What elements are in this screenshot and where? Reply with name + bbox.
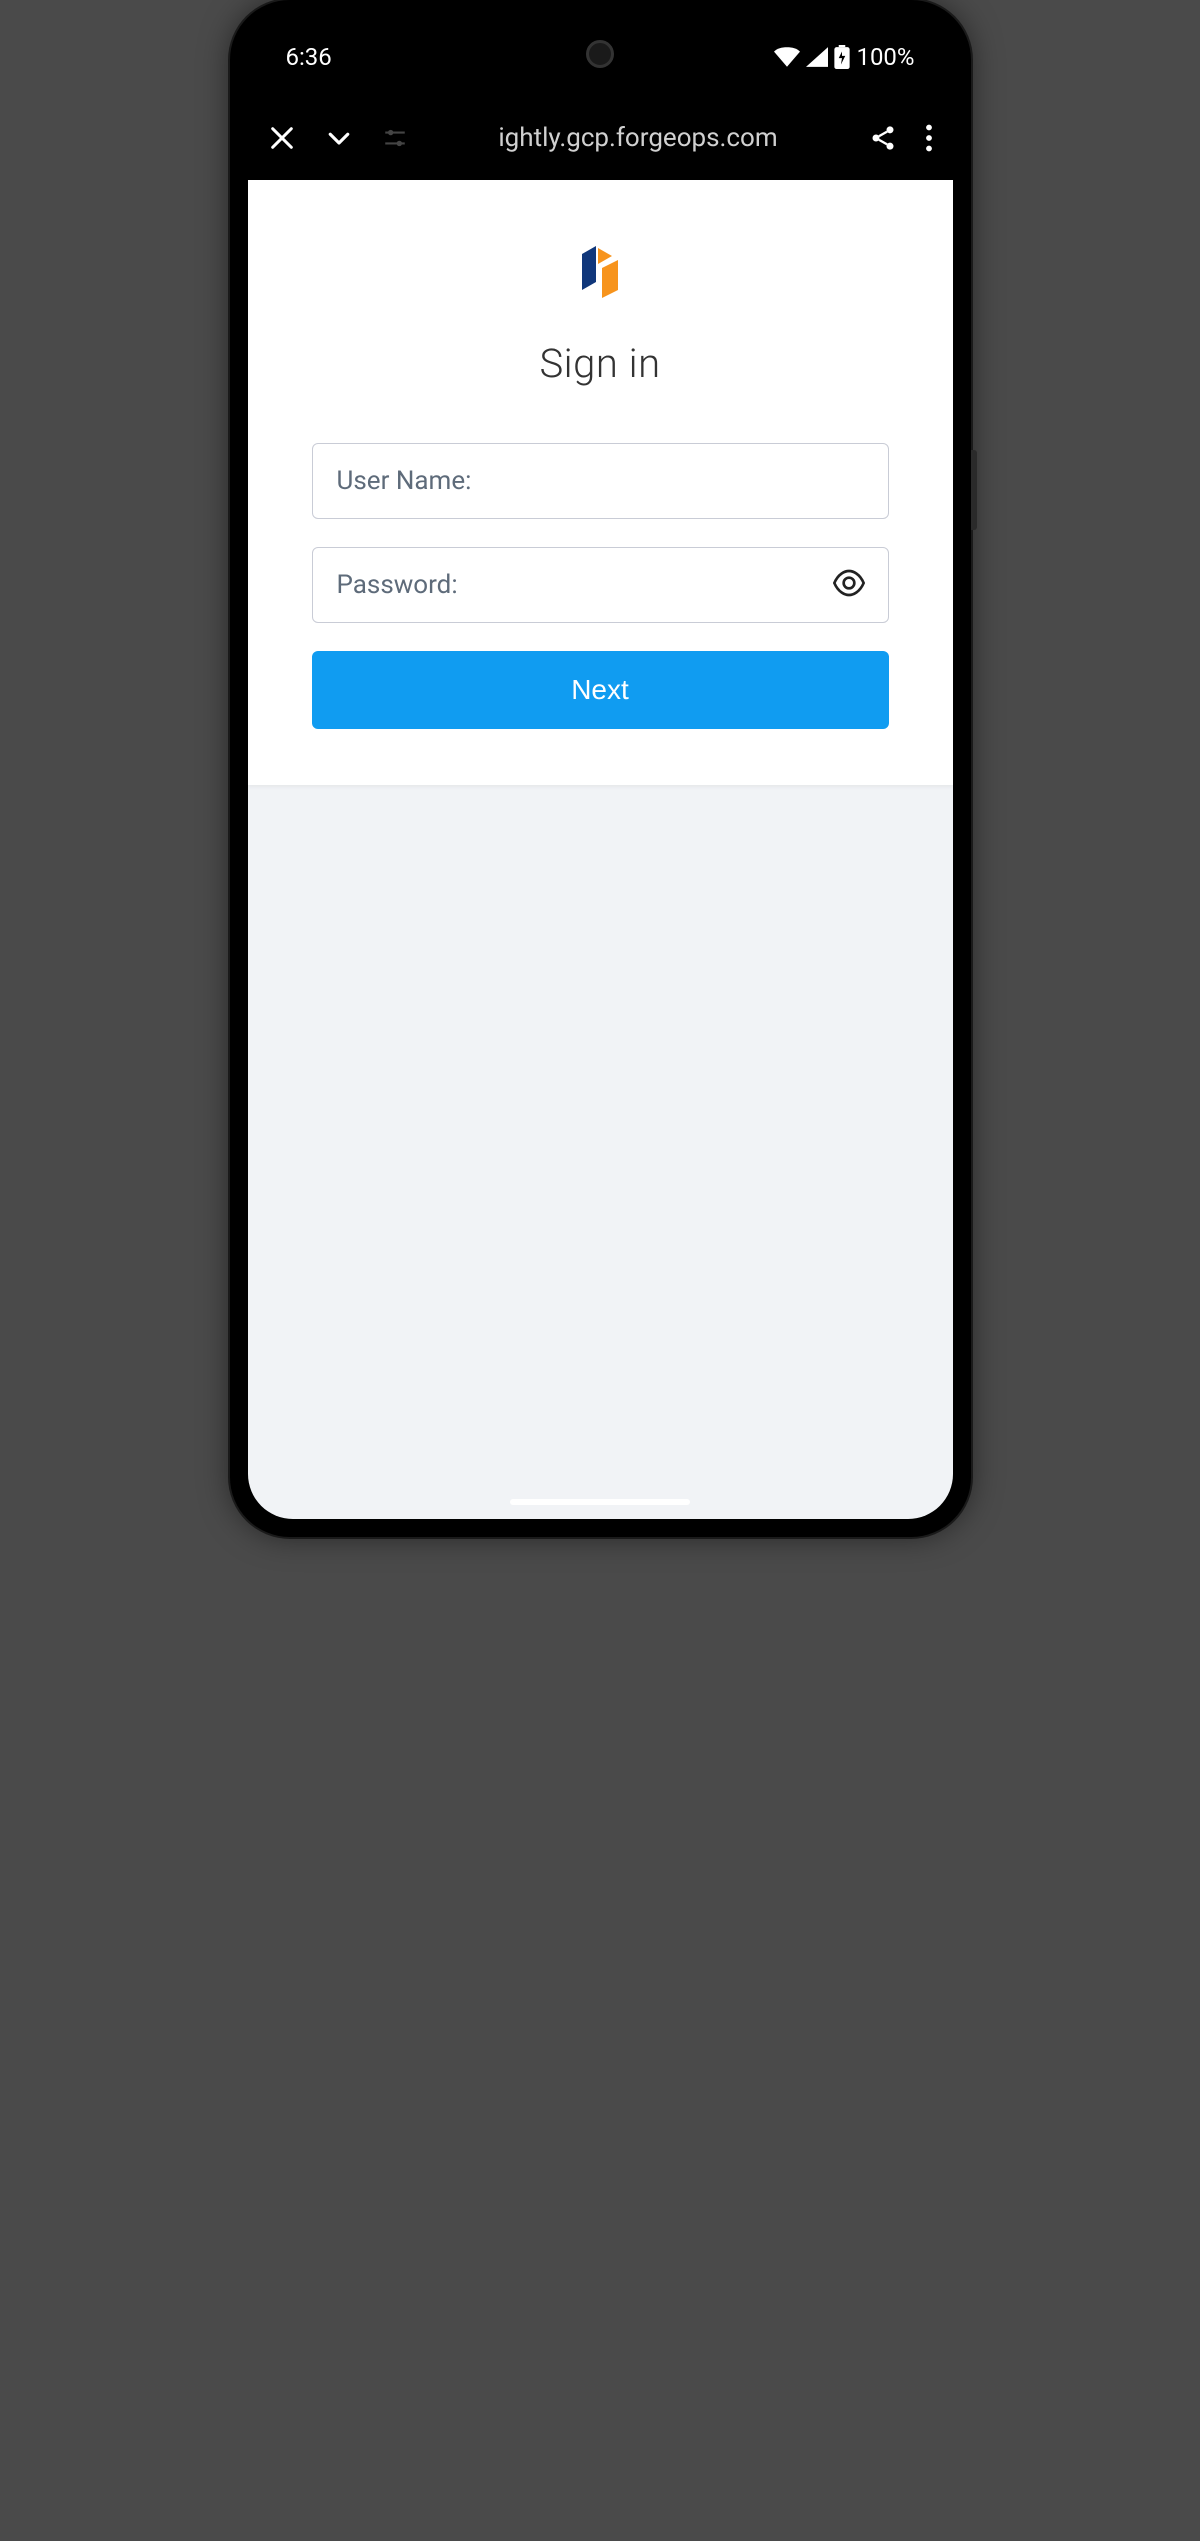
more-icon[interactable]: [925, 124, 933, 152]
chevron-down-icon[interactable]: [324, 123, 354, 153]
settings-slider-icon[interactable]: [382, 125, 408, 151]
signal-icon: [806, 47, 828, 67]
battery-icon: [834, 45, 850, 69]
page-content: Sign in Next: [248, 180, 953, 1519]
signin-card: Sign in Next: [248, 180, 953, 785]
forgerock-logo-icon: [568, 240, 632, 304]
page-title: Sign in: [312, 340, 889, 387]
password-input[interactable]: [312, 547, 889, 623]
next-button[interactable]: Next: [312, 651, 889, 729]
eye-icon[interactable]: [833, 567, 865, 603]
username-input[interactable]: [312, 443, 889, 519]
phone-frame: 6:36 100%: [230, 0, 971, 1537]
battery-percent: 100%: [856, 43, 914, 71]
close-icon[interactable]: [268, 124, 296, 152]
url-display[interactable]: ightly.gcp.forgeops.com: [436, 123, 841, 153]
status-time: 6:36: [286, 43, 332, 71]
phone-screen: 6:36 100%: [248, 18, 953, 1519]
share-icon[interactable]: [869, 124, 897, 152]
browser-bar: ightly.gcp.forgeops.com: [248, 96, 953, 180]
nav-handle[interactable]: [510, 1499, 690, 1505]
logo: [312, 240, 889, 304]
camera-notch: [586, 40, 614, 68]
wifi-icon: [774, 47, 800, 67]
